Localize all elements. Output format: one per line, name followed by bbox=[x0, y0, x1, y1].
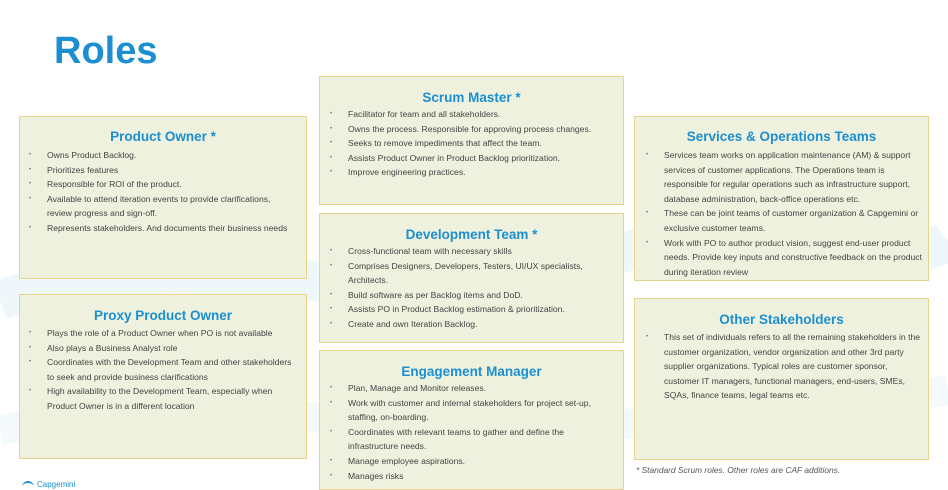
list-item: Also plays a Business Analyst role bbox=[29, 341, 296, 356]
proxy-product-owner-card: Proxy Product Owner Plays the role of a … bbox=[19, 294, 307, 459]
list-item: This set of individuals refers to all th… bbox=[646, 330, 925, 403]
proxy-product-owner-title: Proxy Product Owner bbox=[93, 308, 233, 323]
list-item: Facilitator for team and all stakeholder… bbox=[330, 107, 615, 122]
development-team-list: Cross-functional team with necessary ski… bbox=[330, 244, 615, 332]
company-logo: Capgemini bbox=[22, 480, 75, 489]
services-operations-title: Services & Operations Teams bbox=[686, 129, 877, 144]
list-item: Comprises Designers, Developers, Testers… bbox=[330, 259, 615, 288]
list-item: Coordinates with the Development Team an… bbox=[29, 355, 296, 384]
list-item: Improve engineering practices. bbox=[330, 165, 615, 180]
services-operations-card: Services & Operations Teams Services tea… bbox=[634, 116, 929, 281]
other-stakeholders-card: Other Stakeholders This set of individua… bbox=[634, 298, 929, 460]
other-stakeholders-title: Other Stakeholders bbox=[719, 312, 844, 327]
list-item: Prioritizes features bbox=[29, 163, 296, 178]
list-item: Services team works on application maint… bbox=[646, 148, 925, 206]
list-item: Available to attend iteration events to … bbox=[29, 192, 296, 221]
logo-spade-icon bbox=[22, 480, 34, 489]
services-operations-list: Services team works on application maint… bbox=[646, 148, 925, 280]
list-item: Build software as per Backlog items and … bbox=[330, 288, 615, 303]
list-item: Represents stakeholders. And documents t… bbox=[29, 221, 296, 236]
list-item: Assists Product Owner in Product Backlog… bbox=[330, 151, 615, 166]
product-owner-list: Owns Product Backlog. Prioritizes featur… bbox=[29, 148, 296, 236]
list-item: These can be joint teams of customer org… bbox=[646, 206, 925, 235]
other-stakeholders-list: This set of individuals refers to all th… bbox=[646, 330, 925, 403]
list-item: Owns the process. Responsible for approv… bbox=[330, 122, 615, 137]
list-item: Manage employee aspirations. bbox=[330, 454, 615, 469]
engagement-manager-list: Plan, Manage and Monitor releases. Work … bbox=[330, 381, 615, 484]
list-item: Cross-functional team with necessary ski… bbox=[330, 244, 615, 259]
list-item: Coordinates with relevant teams to gathe… bbox=[330, 425, 615, 454]
list-item: High availability to the Development Tea… bbox=[29, 384, 296, 413]
product-owner-card: Product Owner * Owns Product Backlog. Pr… bbox=[19, 116, 307, 279]
list-item: Assists PO in Product Backlog estimation… bbox=[330, 302, 615, 317]
page-title: Roles bbox=[54, 30, 158, 72]
list-item: Work with PO to author product vision, s… bbox=[646, 236, 925, 280]
proxy-product-owner-list: Plays the role of a Product Owner when P… bbox=[29, 326, 296, 414]
development-team-title: Development Team * bbox=[405, 227, 538, 242]
list-item: Responsible for ROI of the product. bbox=[29, 177, 296, 192]
engagement-manager-card: Engagement Manager Plan, Manage and Moni… bbox=[319, 350, 624, 490]
list-item: Seeks to remove impediments that affect … bbox=[330, 136, 615, 151]
product-owner-title: Product Owner * bbox=[110, 129, 216, 144]
list-item: Manages risks bbox=[330, 469, 615, 484]
list-item: Create and own Iteration Backlog. bbox=[330, 317, 615, 332]
scrum-master-card: Scrum Master * Facilitator for team and … bbox=[319, 76, 624, 205]
list-item: Plan, Manage and Monitor releases. bbox=[330, 381, 615, 396]
logo-text: Capgemini bbox=[37, 480, 76, 489]
footnote: * Standard Scrum roles. Other roles are … bbox=[636, 465, 841, 475]
development-team-card: Development Team * Cross-functional team… bbox=[319, 213, 624, 343]
list-item: Plays the role of a Product Owner when P… bbox=[29, 326, 296, 341]
list-item: Work with customer and internal stakehol… bbox=[330, 396, 615, 425]
scrum-master-title: Scrum Master * bbox=[422, 90, 521, 105]
engagement-manager-title: Engagement Manager bbox=[401, 364, 542, 379]
scrum-master-list: Facilitator for team and all stakeholder… bbox=[330, 107, 615, 180]
list-item: Owns Product Backlog. bbox=[29, 148, 296, 163]
